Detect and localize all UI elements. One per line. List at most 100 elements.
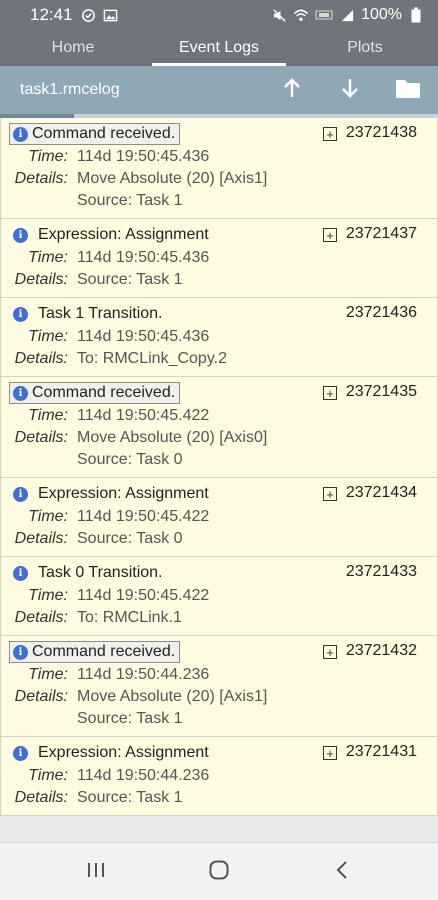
details-value: To: RMCLink_Copy.2: [77, 350, 227, 367]
event-id: 23721431: [345, 743, 417, 760]
time-row: Time: 114d 19:50:45.436: [1, 146, 437, 168]
time-label: Time:: [28, 249, 68, 266]
log-entry-title: Expression: Assignment: [38, 226, 209, 243]
log-entry[interactable]: i Expression: Assignment +23721431 Time: 114…: [0, 737, 438, 816]
recent-apps-button[interactable]: [76, 857, 116, 887]
volte-icon: [315, 7, 333, 23]
arrow-up-icon: [281, 77, 303, 104]
time-label: Time:: [28, 587, 68, 604]
time-label: Time:: [28, 328, 68, 345]
log-entry-title: Command received.: [9, 641, 181, 663]
time-value: 114d 19:50:45.436: [77, 148, 210, 165]
image-icon: [103, 7, 119, 23]
details-label: Details:: [14, 350, 68, 367]
tab-plots[interactable]: Plots: [292, 30, 438, 66]
time-value: 114d 19:50:45.422: [77, 587, 210, 604]
log-entry-title: Expression: Assignment: [38, 485, 209, 502]
time-row: Time: 114d 19:50:44.236: [1, 664, 437, 686]
details-label: Details:: [14, 789, 68, 806]
log-entry-header: i Expression: Assignment +23721431: [1, 741, 437, 765]
log-entry-header: i Command received. +23721432: [1, 640, 437, 664]
log-entry-title: Task 1 Transition.: [38, 305, 163, 322]
details-value: Source: Task 0: [77, 530, 183, 547]
expand-icon[interactable]: +: [323, 127, 337, 141]
battery-icon: [408, 7, 424, 23]
details-row: Details: Source: Task 1: [1, 787, 437, 809]
details-label-spacer: [1, 449, 77, 471]
tab-home[interactable]: Home: [0, 30, 146, 66]
details-value: Move Absolute (20) [Axis0]: [77, 429, 268, 446]
details-label: Details:: [14, 609, 68, 626]
event-id: 23721435: [345, 383, 417, 400]
signal-icon: [339, 7, 355, 23]
status-bar: 12:41 100%: [0, 0, 438, 30]
details-label: Details:: [14, 429, 68, 446]
back-icon: [334, 860, 350, 885]
event-id: 23721433: [345, 563, 417, 580]
info-icon: i: [13, 565, 28, 581]
details-row: Source: Task 0: [1, 449, 437, 471]
log-entry[interactable]: i Task 0 Transition. 23721433 Time: 114d 19:…: [0, 557, 438, 636]
scroll-down-button[interactable]: [332, 72, 368, 108]
expand-icon[interactable]: +: [323, 386, 337, 400]
time-value: 114d 19:50:45.422: [77, 508, 210, 525]
info-icon: i: [13, 306, 28, 322]
event-id: 23721434: [345, 484, 417, 501]
log-entry-header: i Expression: Assignment +23721437: [1, 223, 437, 247]
back-button[interactable]: [322, 857, 362, 887]
info-icon: i: [13, 126, 28, 142]
details-value: Source: Task 1: [77, 271, 183, 288]
home-button[interactable]: [199, 857, 239, 887]
details-row: Details: Source: Task 1: [1, 269, 437, 291]
wifi-icon: [293, 7, 309, 23]
details-row: Details: To: RMCLink.1: [1, 607, 437, 629]
folder-icon: [395, 77, 421, 104]
details-row: Source: Task 1: [1, 708, 437, 730]
time-row: Time: 114d 19:50:45.422: [1, 585, 437, 607]
details-row: Details: Move Absolute (20) [Axis1]: [1, 168, 437, 190]
time-label: Time:: [28, 508, 68, 525]
open-file-button[interactable]: [390, 72, 426, 108]
log-toolbar: task1.rmcelog: [0, 66, 438, 114]
mute-icon: [271, 7, 287, 23]
time-value: 114d 19:50:45.436: [77, 328, 210, 345]
details-label-spacer: [1, 190, 77, 212]
details-label: Details:: [14, 688, 68, 705]
event-id: 23721436: [345, 304, 417, 321]
info-icon: i: [13, 385, 28, 401]
time-label: Time:: [28, 148, 68, 165]
tab-event-logs[interactable]: Event Logs: [146, 30, 292, 66]
expand-icon[interactable]: +: [323, 487, 337, 501]
event-log-list[interactable]: i Command received. +23721438 Time: 114d 19:…: [0, 118, 438, 842]
log-entry-header: i Command received. +23721435: [1, 381, 437, 405]
time-label: Time:: [28, 666, 68, 683]
android-nav-bar: [0, 842, 438, 900]
details-label: Details:: [14, 170, 68, 187]
log-entry[interactable]: i Command received. +23721432 Time: 114d 19:…: [0, 636, 438, 737]
status-time: 12:41: [30, 5, 73, 24]
log-entry-title: Expression: Assignment: [38, 744, 209, 761]
details-value: Source: Task 0: [77, 451, 183, 468]
expand-icon[interactable]: +: [323, 645, 337, 659]
details-row: Details: To: RMCLink_Copy.2: [1, 348, 437, 370]
info-icon: i: [13, 745, 28, 761]
log-entry[interactable]: i Expression: Assignment +23721437 Time: 114…: [0, 219, 438, 298]
log-entry[interactable]: i Task 1 Transition. 23721436 Time: 114d 19:…: [0, 298, 438, 377]
details-row: Details: Source: Task 0: [1, 528, 437, 550]
expand-icon[interactable]: +: [323, 746, 337, 760]
log-entry[interactable]: i Command received. +23721438 Time: 114d 19:…: [0, 118, 438, 219]
info-icon: i: [13, 486, 28, 502]
time-value: 114d 19:50:44.236: [77, 767, 210, 784]
log-entry-header: i Task 0 Transition. 23721433: [1, 561, 437, 585]
expand-icon[interactable]: +: [323, 228, 337, 242]
arrow-down-icon: [339, 77, 361, 104]
details-row: Source: Task 1: [1, 190, 437, 212]
log-entry[interactable]: i Command received. +23721435 Time: 114d 19:…: [0, 377, 438, 478]
log-entry[interactable]: i Expression: Assignment +23721434 Time: 114…: [0, 478, 438, 557]
info-icon: i: [13, 644, 28, 660]
scroll-up-button[interactable]: [274, 72, 310, 108]
time-row: Time: 114d 19:50:45.422: [1, 405, 437, 427]
time-row: Time: 114d 19:50:44.236: [1, 765, 437, 787]
details-row: Details: Move Absolute (20) [Axis1]: [1, 686, 437, 708]
details-row: Details: Move Absolute (20) [Axis0]: [1, 427, 437, 449]
